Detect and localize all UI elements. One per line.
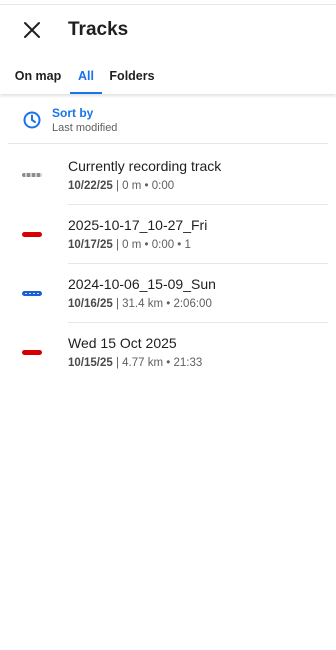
- track-details: | 0 m • 0:00 • 1: [112, 239, 191, 251]
- red-track-line-icon: [22, 350, 42, 355]
- tab-folders[interactable]: Folders: [106, 58, 158, 94]
- track-name: 2024-10-06_15-09_Sun: [68, 276, 216, 292]
- page-title: Tracks: [68, 19, 129, 40]
- track-name: Wed 15 Oct 2025: [68, 335, 177, 351]
- sort-value: Last modified: [52, 122, 118, 134]
- track-date: 10/16/25: [68, 298, 113, 310]
- track-name: 2025-10-17_10-27_Fri: [68, 217, 208, 233]
- track-meta: 10/17/25 | 0 m • 0:00 • 1: [68, 239, 191, 251]
- top-strip: [0, 0, 336, 5]
- track-date: 10/17/25: [68, 239, 113, 251]
- close-button[interactable]: [14, 12, 50, 48]
- active-tab-indicator: [70, 92, 102, 94]
- blue-track-line-icon: [22, 291, 42, 296]
- track-details: | 31.4 km • 2:06:00: [112, 298, 212, 310]
- tab-on-map[interactable]: On map: [10, 58, 66, 94]
- tab-bar: On map All Folders: [0, 58, 336, 94]
- track-item[interactable]: Wed 15 Oct 2025 10/15/25 | 4.77 km • 21:…: [8, 323, 328, 382]
- app-header: Tracks: [0, 6, 336, 54]
- track-meta: 10/15/25 | 4.77 km • 21:33: [68, 357, 202, 369]
- tab-label: All: [78, 69, 94, 83]
- track-meta: 10/22/25 | 0 m • 0:00: [68, 180, 174, 192]
- track-item[interactable]: 2024-10-06_15-09_Sun 10/16/25 | 31.4 km …: [8, 264, 328, 323]
- red-track-line-icon: [22, 232, 42, 237]
- track-date: 10/22/25: [68, 180, 113, 192]
- track-details: | 0 m • 0:00: [112, 180, 175, 192]
- track-details: | 4.77 km • 21:33: [112, 357, 203, 369]
- tab-all[interactable]: All: [70, 58, 102, 94]
- sort-title: Sort by: [52, 106, 94, 120]
- track-meta: 10/16/25 | 31.4 km • 2:06:00: [68, 298, 212, 310]
- sort-by-button[interactable]: Sort by Last modified: [8, 100, 328, 144]
- clock-icon: [23, 111, 41, 129]
- track-item[interactable]: 2025-10-17_10-27_Fri 10/17/25 | 0 m • 0:…: [8, 205, 328, 264]
- track-item[interactable]: Currently recording track 10/22/25 | 0 m…: [8, 146, 328, 205]
- tab-label: On map: [14, 69, 62, 83]
- track-date: 10/15/25: [68, 357, 113, 369]
- close-icon: [24, 22, 40, 38]
- tab-label: Folders: [109, 69, 155, 83]
- track-name: Currently recording track: [68, 158, 222, 174]
- recording-track-line-icon: [22, 173, 42, 177]
